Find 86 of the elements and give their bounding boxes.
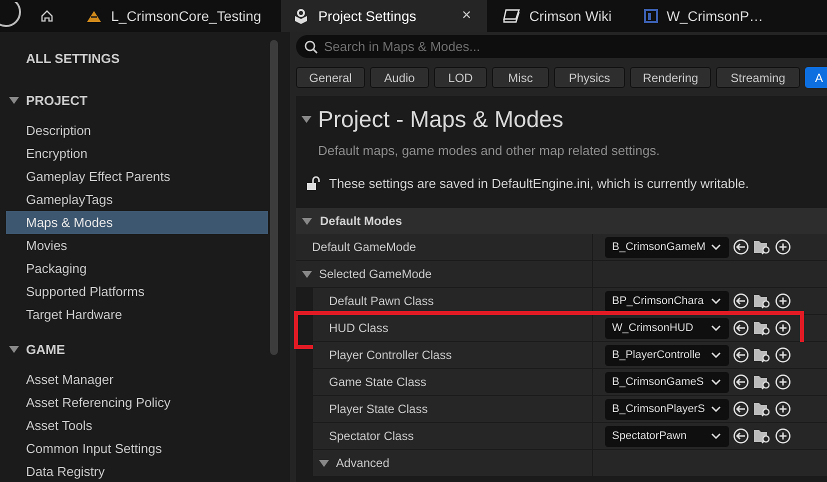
add-icon[interactable] xyxy=(775,401,791,417)
category-button[interactable]: Rendering xyxy=(630,67,711,88)
level-icon xyxy=(86,9,102,23)
browse-folder-icon[interactable] xyxy=(753,374,771,390)
page-description: Default maps, game modes and other map related settings. xyxy=(317,142,661,160)
book-icon xyxy=(503,9,520,23)
sidebar-item[interactable]: Supported Platforms xyxy=(6,280,268,303)
search-icon xyxy=(304,40,318,54)
sidebar-item[interactable]: Asset Referencing Policy xyxy=(6,391,268,414)
browse-folder-icon[interactable] xyxy=(753,347,771,363)
category-button[interactable]: Physics xyxy=(554,67,625,88)
collapse-arrow-icon[interactable] xyxy=(9,96,19,104)
class-dropdown[interactable]: BP_CrimsonChara xyxy=(605,290,729,312)
browse-folder-icon[interactable] xyxy=(753,428,771,444)
browse-folder-icon[interactable] xyxy=(753,401,771,417)
collapse-arrow-icon[interactable] xyxy=(302,218,312,224)
editor-tab[interactable]: W_CrimsonP… xyxy=(632,0,780,32)
category-button[interactable]: General xyxy=(296,67,365,88)
chevron-down-icon xyxy=(711,298,721,304)
home-icon[interactable] xyxy=(40,9,54,23)
sidebar-item[interactable]: Description xyxy=(6,119,268,142)
sidebar-item[interactable]: Gameplay Effect Parents xyxy=(6,165,268,188)
chevron-down-icon xyxy=(711,379,721,385)
sidebar-item[interactable]: Packaging xyxy=(6,257,268,280)
page-title: Project - Maps & Modes xyxy=(318,106,564,132)
collapse-arrow-icon[interactable] xyxy=(301,116,312,122)
sidebar-item[interactable]: Common Input Settings xyxy=(6,437,268,460)
class-dropdown[interactable]: B_PlayerControlle xyxy=(605,344,729,366)
browse-folder-icon[interactable] xyxy=(753,320,771,336)
category-button[interactable]: Audio xyxy=(370,67,429,88)
widget-icon xyxy=(644,9,658,23)
add-icon[interactable] xyxy=(775,293,791,309)
collapse-arrow-icon[interactable] xyxy=(302,270,312,278)
property-label: HUD Class xyxy=(329,321,388,335)
category-button[interactable]: A xyxy=(805,67,827,88)
class-dropdown[interactable]: B_CrimsonPlayerS xyxy=(605,398,729,420)
browse-folder-icon[interactable] xyxy=(753,293,771,309)
browse-folder-icon[interactable] xyxy=(753,239,771,255)
class-dropdown[interactable]: SpectatorPawn xyxy=(605,426,729,446)
sidebar-item[interactable]: GameplayTags xyxy=(6,188,268,211)
editor-tab[interactable]: Crimson Wiki xyxy=(491,0,628,32)
logo-icon[interactable] xyxy=(0,2,24,30)
property-label: Player State Class xyxy=(329,402,428,416)
add-icon[interactable] xyxy=(775,320,791,336)
sidebar-item[interactable]: Movies xyxy=(6,234,268,257)
add-icon[interactable] xyxy=(775,239,791,255)
property-label: Spectator Class xyxy=(329,429,414,443)
category-button[interactable]: LOD xyxy=(434,67,487,88)
category-header[interactable]: Default Modes xyxy=(320,214,402,228)
add-icon[interactable] xyxy=(775,374,791,390)
group-label: Selected GameMode xyxy=(319,267,432,281)
sidebar-item[interactable]: Data Registry xyxy=(6,460,268,482)
collapse-arrow-icon[interactable] xyxy=(9,346,19,352)
editor-tab[interactable]: L_CrimsonCore_Testing xyxy=(74,0,278,32)
sidebar-item[interactable]: Encryption xyxy=(6,142,268,165)
property-label: Game State Class xyxy=(329,375,426,389)
category-button[interactable]: Streaming xyxy=(716,67,800,88)
sidebar-item[interactable]: Asset Manager xyxy=(6,368,268,391)
sidebar-item[interactable]: Target Hardware xyxy=(6,303,268,326)
chevron-down-icon xyxy=(711,352,721,358)
group-label: Advanced xyxy=(336,456,390,470)
unlocked-padlock-icon xyxy=(306,176,320,190)
editor-tab[interactable]: Project Settings × xyxy=(281,0,488,32)
class-dropdown[interactable]: B_CrimsonGameM xyxy=(605,236,729,258)
class-dropdown[interactable]: B_CrimsonGameS xyxy=(605,372,729,392)
section-title[interactable]: PROJECT xyxy=(26,92,88,108)
sidebar-title[interactable]: ALL SETTINGS xyxy=(0,32,290,80)
section-title[interactable]: GAME xyxy=(26,342,65,356)
collapse-arrow-icon[interactable] xyxy=(319,460,329,466)
chevron-down-icon xyxy=(711,433,721,439)
property-label: Player Controller Class xyxy=(329,348,452,362)
scrollbar[interactable] xyxy=(270,40,278,355)
add-icon[interactable] xyxy=(775,428,791,444)
chevron-down-icon xyxy=(711,244,721,250)
notice-text: These settings are saved in DefaultEngine.ini, which is currently writable. xyxy=(329,176,749,190)
property-label: Default GameMode xyxy=(312,240,416,254)
close-icon[interactable]: × xyxy=(462,7,472,25)
sidebar-item[interactable]: Maps & Modes xyxy=(6,211,268,234)
sidebar-item[interactable]: Asset Tools xyxy=(6,414,268,437)
chevron-down-icon xyxy=(711,325,721,331)
add-icon[interactable] xyxy=(775,347,791,363)
category-button[interactable]: Misc xyxy=(492,67,549,88)
class-dropdown[interactable]: W_CrimsonHUD xyxy=(605,318,729,338)
property-label: Default Pawn Class xyxy=(329,294,434,308)
search-field[interactable]: Search in Maps & Modes... xyxy=(296,35,827,58)
chevron-down-icon xyxy=(711,406,721,412)
